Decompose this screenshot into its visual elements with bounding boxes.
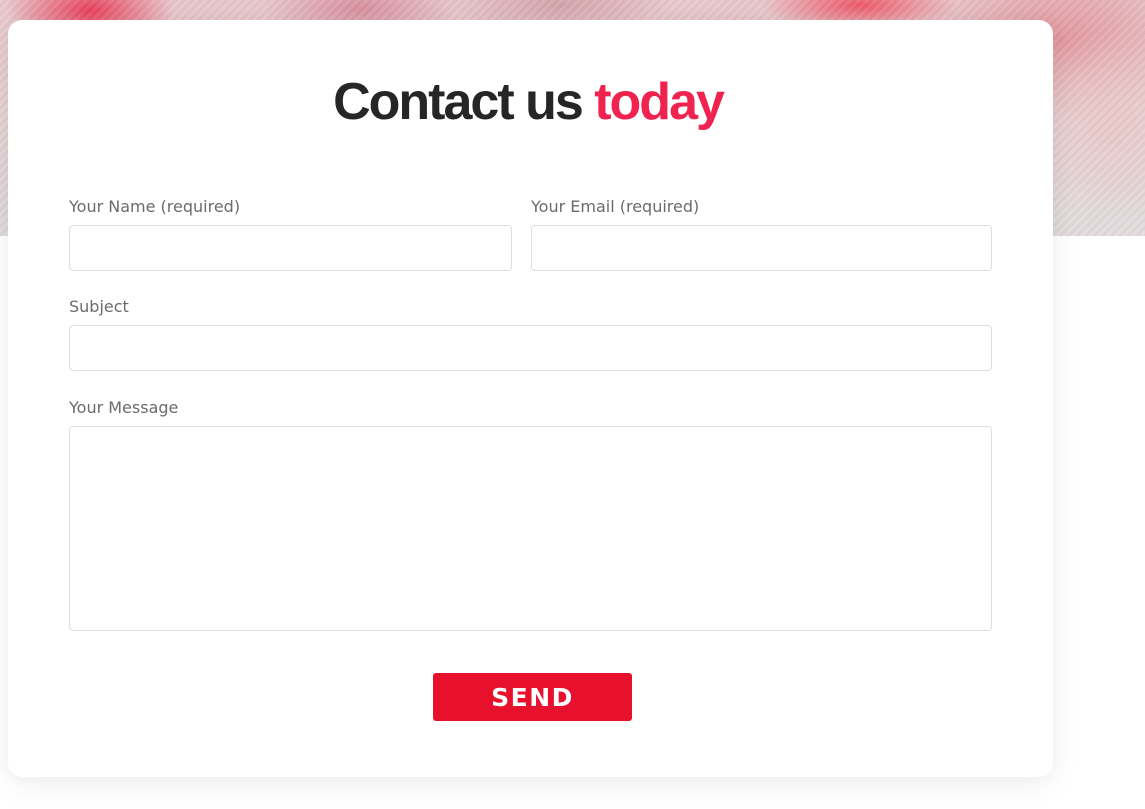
page-title: Contact us today [8,72,1048,132]
title-main: Contact us [333,73,584,131]
subject-field[interactable] [69,325,992,371]
name-field[interactable] [69,225,512,271]
contact-form-card: Contact us today Your Name (required) Yo… [8,20,1053,777]
send-button[interactable]: SEND [433,673,632,721]
contact-page: Contact us today Your Name (required) Yo… [0,0,1145,809]
name-label: Your Name (required) [69,197,241,216]
email-field[interactable] [531,225,992,271]
title-accent: today [594,73,725,131]
email-label: Your Email (required) [531,197,700,216]
message-field[interactable] [69,426,992,631]
message-label: Your Message [69,398,179,417]
subject-label: Subject [69,297,129,316]
